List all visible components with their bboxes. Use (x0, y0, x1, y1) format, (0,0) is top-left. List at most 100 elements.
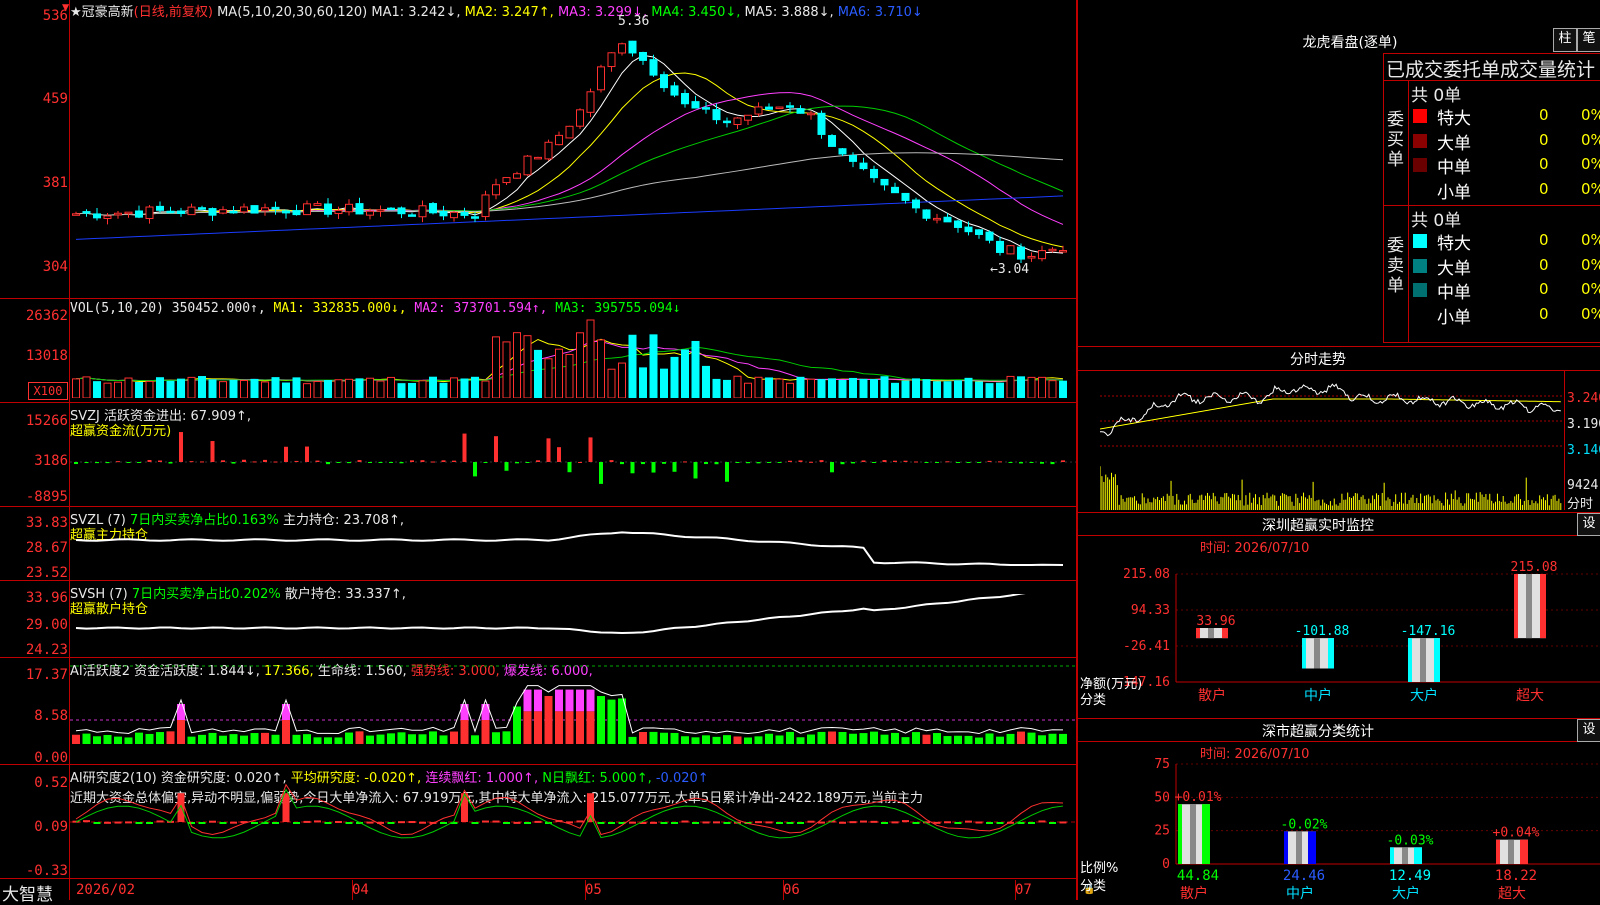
ai-bar (1059, 733, 1067, 744)
svzj-bar (368, 462, 372, 463)
candle-body (712, 109, 721, 121)
ai-bar-top (523, 689, 532, 712)
sz-bar-chart[interactable]: 215.08 94.33 -26.41 -147.16 33.96 散户 -101.88 中户… (1078, 556, 1600, 716)
bar-category: 超大 (1516, 688, 1544, 704)
svzj-bar (546, 438, 551, 462)
bar-value-label: 215.08 (1511, 560, 1558, 575)
ai-bar (901, 737, 910, 744)
candle-body (481, 194, 490, 218)
volume-chart[interactable] (70, 318, 1076, 398)
order-type: 大单 (1437, 133, 1471, 154)
ai-bar (744, 737, 752, 744)
sz-settings-button[interactable]: 设 (1577, 513, 1600, 536)
svzj-bar (746, 462, 750, 464)
svzj-bar (998, 461, 1002, 463)
candle-body (828, 135, 836, 147)
vol-bar (355, 378, 364, 398)
ai-bar (859, 733, 868, 744)
candle-body (880, 178, 889, 186)
svzj-bar (914, 461, 918, 463)
bar-ylabel: 比例% (1080, 861, 1118, 876)
stroke-button[interactable]: 笔 (1577, 28, 1600, 52)
air-y-tick: -0.33 (25, 863, 68, 879)
candle-body (450, 211, 458, 219)
vol-bar (345, 378, 353, 398)
candle-body (985, 231, 994, 241)
svzj-bar (315, 460, 320, 462)
vol-bar (397, 383, 406, 398)
svzj-bar (798, 460, 803, 462)
air-bar (1038, 820, 1046, 823)
brand-label[interactable]: 大智慧 (2, 880, 53, 905)
ai-y-tick: 17.37 (25, 667, 68, 683)
bar-edge (1302, 638, 1306, 669)
bar-y-tick: 94.33 (1131, 603, 1170, 618)
class-settings-button[interactable]: 设 (1577, 719, 1600, 742)
bar-shade (1190, 804, 1196, 864)
bar-category: 中户 (1304, 687, 1332, 704)
divider (0, 764, 1076, 765)
svzj-bar (158, 460, 162, 462)
ai-bar (555, 711, 563, 744)
ai-bar (250, 733, 259, 744)
vol-label: VOL(5,10,20) (70, 301, 164, 316)
candle-body (576, 109, 584, 127)
vol-unit-badge: X100 (28, 382, 68, 400)
bar-value-label: 33.96 (1196, 614, 1235, 629)
ai-bar (639, 731, 647, 744)
ai-research-chart[interactable] (70, 780, 1076, 878)
candle-body (523, 155, 532, 176)
bar-edge (1514, 574, 1518, 639)
air-bar (419, 821, 426, 824)
candle-body (376, 209, 385, 212)
ai-bar (471, 735, 479, 744)
ai-bar (733, 736, 742, 744)
candle-body (786, 105, 794, 108)
air-bar (996, 822, 1004, 824)
class-bar-chart[interactable]: 75 50 25 0 +0.01% 44.84散户 -0.02% 24.46中户 -0.03% 1… (1078, 756, 1600, 900)
air-bar (671, 822, 678, 824)
svsh-y-tick: 33.96 (25, 590, 68, 606)
candle-body (691, 101, 700, 109)
ai-bar (712, 736, 721, 744)
ai-bar (786, 731, 794, 744)
bar-edge (1434, 638, 1440, 682)
bar-button[interactable]: 柱 (1553, 28, 1577, 52)
kline-mode[interactable]: (日线,前复权) (134, 5, 213, 20)
ai-bar (544, 695, 553, 744)
ai-bar (586, 711, 595, 744)
svsh-chart[interactable] (70, 594, 1076, 656)
order-pct: 0% (1581, 179, 1600, 198)
svzj-bar (441, 460, 446, 462)
candle-body (82, 211, 91, 214)
svzj-bar (641, 462, 645, 465)
vol-bar (124, 377, 133, 398)
candlestick-chart[interactable] (70, 20, 1076, 298)
stock-name[interactable]: ★冠豪高新 (70, 5, 134, 20)
candle-body (555, 134, 563, 146)
svzj-chart[interactable] (70, 432, 1076, 506)
ai-bar (891, 732, 899, 744)
candle-body (670, 85, 679, 96)
ai-bar (429, 731, 437, 744)
ai-bar (198, 734, 206, 744)
candle-body (817, 112, 826, 135)
svzj-bar (231, 462, 236, 464)
order-row: 中单 0 0% (1411, 278, 1600, 303)
order-count: 0 (1539, 304, 1549, 323)
vol-bar (282, 382, 290, 398)
bar-xlabel: 分类 (1080, 693, 1106, 708)
ai-active-chart[interactable] (70, 664, 1076, 764)
svzj-bar (840, 462, 845, 465)
divider (1383, 53, 1600, 54)
kline-y-tick: 459 (42, 91, 68, 107)
candle-body (229, 210, 238, 214)
svzj-bar (242, 459, 246, 462)
candle-body (660, 74, 668, 89)
ai-bar (103, 735, 112, 744)
svzl-chart[interactable] (70, 520, 1076, 580)
intraday-chart[interactable] (1100, 371, 1564, 510)
svzj-bar (693, 462, 698, 479)
ai-bar-top (534, 689, 542, 712)
ai-bar (1038, 735, 1046, 744)
